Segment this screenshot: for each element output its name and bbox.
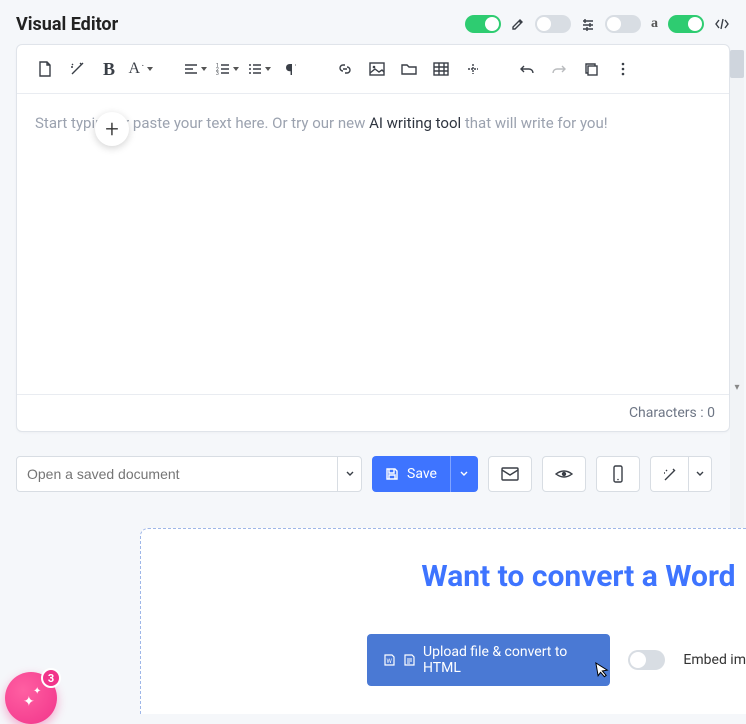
embed-images-toggle[interactable] [628,650,665,670]
undo-icon[interactable] [513,55,541,83]
ordered-list-button[interactable]: 123 [213,55,241,83]
scrollbar-thumb[interactable] [730,50,744,78]
clean-button[interactable] [650,456,688,492]
page-title: Visual Editor [16,14,118,35]
toggle-1[interactable] [465,15,501,33]
open-document-input[interactable] [17,457,337,491]
scroll-down-icon[interactable]: ▾ [730,380,744,394]
bold-button[interactable]: B [95,55,123,83]
header-controls: a [465,15,730,33]
paragraph-button[interactable]: ¶˙ [277,55,305,83]
font-size-button[interactable]: A˙ [127,55,155,83]
clean-dropdown[interactable] [688,456,712,492]
redo-icon[interactable] [545,55,573,83]
toggle-4[interactable] [668,15,704,33]
magic-wand-icon[interactable] [63,55,91,83]
edit-icon[interactable] [511,17,525,31]
link-icon[interactable] [331,55,359,83]
insert-icon[interactable] [459,55,487,83]
upload-convert-button[interactable]: W Upload file & convert to HTML [367,634,610,686]
editor-toolbar: B A˙ 123 ¶˙ [17,45,729,94]
editor-card: B A˙ 123 ¶˙ Start typing or paste your t… [16,44,730,432]
add-block-button[interactable]: + [95,112,129,146]
svg-text:W: W [387,658,393,665]
editor-textarea[interactable]: Start typing or paste your text here. Or… [17,94,729,394]
character-counter: Characters : 0 [17,394,729,431]
toggle-3[interactable] [605,15,641,33]
mobile-button[interactable] [596,456,640,492]
save-dropdown[interactable] [450,456,478,492]
fab-badge: 3 [41,668,61,688]
table-icon[interactable] [427,55,455,83]
embed-images-label: Embed im [683,652,746,668]
copy-icon[interactable] [577,55,605,83]
code-icon[interactable] [714,17,730,31]
email-button[interactable] [488,456,532,492]
open-document-select[interactable] [16,456,362,492]
toggle-2[interactable] [535,15,571,33]
cursor-icon [594,659,611,679]
open-document-dropdown[interactable] [337,457,361,491]
amazon-icon[interactable]: a [651,16,658,32]
new-file-icon[interactable] [31,55,59,83]
preview-button[interactable] [542,456,586,492]
convert-panel: Want to convert a Word W Upload file & c… [140,528,746,714]
image-icon[interactable] [363,55,391,83]
assistant-fab[interactable]: ✦✦ 3 [5,672,57,724]
folder-icon[interactable] [395,55,423,83]
sliders-icon[interactable] [581,17,595,31]
convert-heading: Want to convert a Word [411,559,746,594]
more-icon[interactable] [609,55,637,83]
svg-text:3: 3 [216,71,219,75]
bullet-list-button[interactable] [245,55,273,83]
save-button[interactable]: Save [372,456,450,492]
align-button[interactable] [181,55,209,83]
